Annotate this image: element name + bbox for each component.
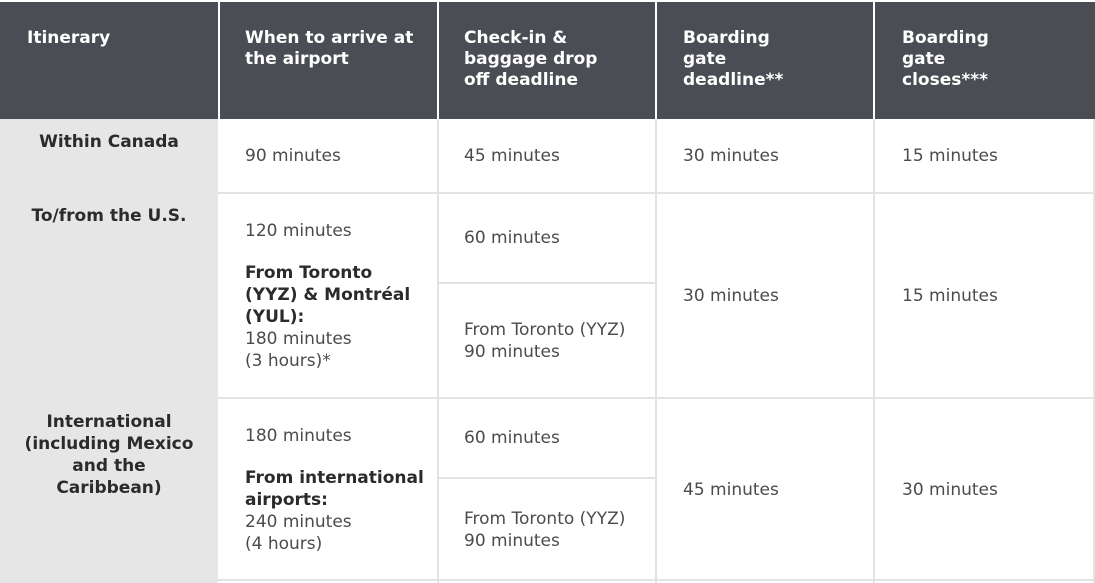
checkin-deadline-canada: 45 minutes xyxy=(464,145,654,167)
header-divider xyxy=(218,0,220,119)
gate-deadline-value: 30 minutes xyxy=(683,286,779,306)
header-label: Boarding gate closes*** xyxy=(902,28,989,90)
gate-deadline-value: 45 minutes xyxy=(683,480,779,500)
arrive-note-label: From Toronto (YYZ) & Montréal (YUL): xyxy=(245,263,411,327)
gate-closes-value: 30 minutes xyxy=(902,480,998,500)
checkin-value: 60 minutes xyxy=(464,428,560,448)
itinerary-label: To/from the U.S. xyxy=(31,206,187,226)
row-divider xyxy=(218,192,1095,194)
arrive-time-canada: 90 minutes xyxy=(245,145,435,167)
header-itinerary: Itinerary xyxy=(0,0,218,119)
checkin-deadline-us: 60 minutes xyxy=(464,227,654,249)
checkin-label: From Toronto (YYZ) xyxy=(464,509,626,529)
checkin-value: 90 minutes xyxy=(464,531,560,551)
airport-deadlines-table: Itinerary When to arrive at the airport … xyxy=(0,0,1095,583)
arrive-note-label: From international airports: xyxy=(245,468,424,510)
arrive-value: 120 minutes xyxy=(245,221,352,241)
row-label-us: To/from the U.S. xyxy=(0,205,218,235)
gate-closes-value: 15 minutes xyxy=(902,146,998,166)
column-divider xyxy=(873,119,875,583)
header-divider xyxy=(437,0,439,119)
column-divider xyxy=(655,119,657,583)
checkin-label: From Toronto (YYZ) xyxy=(464,320,626,340)
checkin-deadline-international: 60 minutes xyxy=(464,427,654,449)
checkin-deadline-international-toronto: From Toronto (YYZ) 90 minutes xyxy=(464,508,654,552)
header-label: Itinerary xyxy=(27,28,111,48)
checkin-deadline-us-toronto: From Toronto (YYZ) 90 minutes xyxy=(464,319,654,363)
checkin-value: 90 minutes xyxy=(464,342,560,362)
arrive-value: 90 minutes xyxy=(245,146,341,166)
gate-closes-canada: 15 minutes xyxy=(902,145,1092,167)
row-divider xyxy=(218,397,1095,399)
table-bottom-border xyxy=(218,579,1095,581)
arrive-note-value: 180 minutes xyxy=(245,329,352,349)
gate-deadline-international: 45 minutes xyxy=(683,479,873,501)
gate-closes-us: 15 minutes xyxy=(902,285,1092,307)
header-checkin-deadline: Check-in & baggage drop off deadline xyxy=(439,0,655,119)
gate-closes-international: 30 minutes xyxy=(902,479,1092,501)
header-divider xyxy=(655,0,657,119)
arrive-time-international: 180 minutes From international airports:… xyxy=(245,425,430,555)
header-divider xyxy=(873,0,875,119)
gate-deadline-us: 30 minutes xyxy=(683,285,873,307)
header-label: When to arrive at the airport xyxy=(245,28,414,69)
gate-closes-value: 15 minutes xyxy=(902,286,998,306)
arrive-note-value: 240 minutes xyxy=(245,512,352,532)
header-label: Boarding gate deadline** xyxy=(683,28,784,90)
arrive-value: 180 minutes xyxy=(245,426,352,446)
gate-deadline-canada: 30 minutes xyxy=(683,145,873,167)
checkin-value: 60 minutes xyxy=(464,228,560,248)
arrive-note-extra: (3 hours)* xyxy=(245,351,331,371)
row-divider xyxy=(437,282,655,284)
gate-deadline-value: 30 minutes xyxy=(683,146,779,166)
row-label-international: International (including Mexico and the … xyxy=(22,411,196,499)
itinerary-label: International (including Mexico and the … xyxy=(24,412,194,498)
table-top-border xyxy=(0,0,1095,2)
itinerary-label: Within Canada xyxy=(39,132,179,152)
arrive-time-us: 120 minutes From Toronto (YYZ) & Montréa… xyxy=(245,220,430,372)
row-divider xyxy=(437,477,655,479)
arrive-note-extra: (4 hours) xyxy=(245,534,323,554)
header-boarding-gate-closes: Boarding gate closes*** xyxy=(875,0,1095,119)
column-divider xyxy=(437,119,439,583)
checkin-value: 45 minutes xyxy=(464,146,560,166)
header-boarding-gate-deadline: Boarding gate deadline** xyxy=(657,0,873,119)
row-label-within-canada: Within Canada xyxy=(0,131,218,191)
header-when-to-arrive: When to arrive at the airport xyxy=(220,0,437,119)
header-label: Check-in & baggage drop off deadline xyxy=(464,28,598,90)
